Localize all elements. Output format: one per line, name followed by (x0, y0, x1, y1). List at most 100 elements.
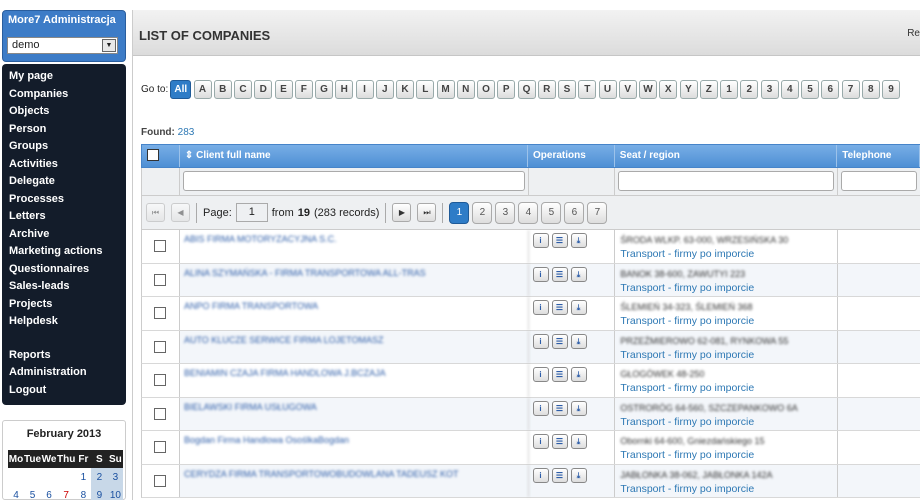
info-icon[interactable]: i (532, 333, 549, 349)
letter-x[interactable]: X (659, 79, 678, 99)
menu-item-processes[interactable]: Processes (2, 191, 126, 209)
menu-item-archive[interactable]: Archive (2, 226, 126, 244)
company-name[interactable]: AUTO KLUCZE SERWICE FIRMA LOJETOMASZ (180, 330, 529, 363)
calendar-day[interactable]: 6 (41, 486, 57, 500)
company-name[interactable]: ANPO FIRMA TRANSPORTOWA (180, 297, 529, 330)
letter-o[interactable]: O (477, 79, 495, 99)
company-name[interactable]: BIELAWSKI FIRMA USŁUGOWA (180, 397, 529, 430)
row-checkbox[interactable] (154, 474, 167, 487)
last-page-icon[interactable]: ⏭ (417, 203, 437, 222)
menu-item-companies[interactable]: Companies (2, 86, 126, 104)
table-row[interactable]: ANPO FIRMA TRANSPORTOWA i ☰ ⤓ ŚLEMIEŃ 34-323… (141, 297, 920, 331)
table-row[interactable]: CERYDZA FIRMA TRANSPORTOWOBUDOWLANA TADE… (141, 464, 920, 498)
letter-v[interactable]: V (618, 79, 637, 99)
letter-f[interactable]: F (294, 79, 313, 99)
seat-category[interactable]: Transport - firmy po imporcie (620, 281, 837, 295)
letter-6[interactable]: 6 (821, 79, 840, 99)
filter-tel-input[interactable] (841, 171, 917, 191)
menu-item-questionnaires[interactable]: Questionnaires (2, 261, 126, 279)
download-icon[interactable]: ⤓ (570, 434, 587, 449)
col-client-name[interactable]: ⇕ Client full name (180, 145, 528, 167)
letter-t[interactable]: T (578, 79, 597, 99)
download-icon[interactable]: ⤓ (570, 467, 587, 483)
letter-g[interactable]: G (315, 79, 333, 99)
seat-category[interactable]: Transport - firmy po imporcie (620, 448, 837, 462)
letter-1[interactable]: 1 (720, 79, 738, 99)
calendar-day[interactable]: 8 (75, 486, 91, 500)
chevron-down-icon[interactable]: ▼ (102, 39, 116, 52)
next-page-icon[interactable]: ▶ (392, 203, 412, 222)
company-name[interactable]: ALINA SZYMAŃSKA - FIRMA TRANSPORTOWA ALL… (180, 263, 529, 296)
calendar-day[interactable]: 4 (8, 486, 24, 500)
letter-j[interactable]: J (375, 79, 394, 99)
table-row[interactable]: ABIS FIRMA MOTORYZACYJNA S.C. i ☰ ⤓ ŚRODA WL… (141, 230, 920, 264)
company-name[interactable]: CERYDZA FIRMA TRANSPORTOWOBUDOWLANA TADE… (180, 464, 529, 497)
list-icon[interactable]: ☰ (551, 233, 568, 248)
first-page-icon[interactable]: ⏮ (146, 203, 165, 222)
page-button-5[interactable]: 5 (541, 201, 562, 224)
info-icon[interactable]: i (532, 400, 549, 416)
row-checkbox[interactable] (154, 441, 167, 454)
list-icon[interactable]: ☰ (551, 467, 568, 483)
list-icon[interactable]: ☰ (551, 367, 568, 382)
letter-all[interactable]: All (170, 79, 192, 99)
info-icon[interactable]: i (532, 434, 549, 449)
menu-item-administration[interactable]: Administration (2, 364, 126, 382)
page-button-1[interactable]: 1 (449, 201, 470, 224)
calendar-day[interactable]: 1 (75, 468, 91, 486)
seat-category[interactable]: Transport - firmy po imporcie (620, 381, 837, 395)
letter-2[interactable]: 2 (740, 79, 759, 99)
menu-item-activities[interactable]: Activities (2, 156, 126, 174)
prev-page-icon[interactable]: ◀ (171, 203, 190, 222)
letter-s[interactable]: S (558, 79, 576, 99)
letter-z[interactable]: Z (699, 79, 718, 99)
list-icon[interactable]: ☰ (551, 333, 568, 349)
col-seat[interactable]: Seat / region (615, 145, 838, 167)
calendar-day[interactable]: 2 (91, 468, 108, 486)
info-icon[interactable]: i (532, 467, 549, 483)
row-checkbox[interactable] (154, 273, 167, 286)
menu-item-reports[interactable]: Reports (2, 347, 126, 365)
row-checkbox[interactable] (154, 407, 167, 420)
page-button-4[interactable]: 4 (518, 201, 539, 224)
menu-item-sales-leads[interactable]: Sales-leads (2, 278, 126, 296)
calendar-day[interactable]: 9 (91, 486, 108, 500)
menu-item-objects[interactable]: Objects (2, 103, 126, 121)
letter-n[interactable]: N (456, 79, 475, 99)
info-icon[interactable]: i (532, 266, 549, 282)
letter-k[interactable]: K (396, 79, 414, 99)
letter-h[interactable]: H (335, 79, 354, 99)
table-row[interactable]: ALINA SZYMAŃSKA - FIRMA TRANSPORTOWA ALL… (141, 263, 920, 297)
col-telephone[interactable]: Telephone (837, 145, 920, 167)
download-icon[interactable]: ⤓ (570, 400, 587, 416)
download-icon[interactable]: ⤓ (570, 233, 587, 248)
calendar-day[interactable]: 5 (24, 486, 41, 500)
menu-item-helpdesk[interactable]: Helpdesk (2, 313, 126, 331)
letter-r[interactable]: R (537, 79, 556, 99)
letter-7[interactable]: 7 (841, 79, 860, 99)
seat-category[interactable]: Transport - firmy po imporcie (620, 247, 837, 261)
page-input[interactable]: 1 (235, 203, 268, 222)
info-icon[interactable]: i (532, 233, 549, 248)
seat-category[interactable]: Transport - firmy po imporcie (620, 482, 837, 496)
letter-q[interactable]: Q (517, 79, 536, 99)
letter-y[interactable]: Y (679, 79, 698, 99)
company-name[interactable]: Bogdan Firma Handlowa OsoślkaBogdan (180, 431, 529, 464)
download-icon[interactable]: ⤓ (570, 367, 587, 382)
company-name[interactable]: BENIAMIN CZAJA FIRMA HANDLOWA J.BCZAJA (180, 364, 529, 397)
letter-a[interactable]: A (193, 79, 212, 99)
table-row[interactable]: AUTO KLUCZE SERWICE FIRMA LOJETOMASZ i ☰ ⤓ P… (141, 330, 920, 364)
select-all-header[interactable] (142, 145, 180, 167)
list-icon[interactable]: ☰ (551, 434, 568, 449)
page-button-2[interactable]: 2 (472, 201, 493, 224)
menu-item-my-page[interactable]: My page (2, 68, 126, 86)
table-row[interactable]: BENIAMIN CZAJA FIRMA HANDLOWA J.BCZAJA i ☰… (141, 364, 920, 398)
row-checkbox[interactable] (154, 307, 167, 320)
letter-9[interactable]: 9 (882, 79, 900, 99)
letter-p[interactable]: P (497, 79, 516, 99)
letter-3[interactable]: 3 (760, 79, 779, 99)
select-all-checkbox[interactable] (147, 149, 159, 162)
table-row[interactable]: BIELAWSKI FIRMA USŁUGOWA i ☰ ⤓ OSTRORÓG 64-5… (141, 397, 920, 431)
info-icon[interactable]: i (532, 300, 549, 315)
calendar-day[interactable]: 7 (57, 486, 75, 500)
